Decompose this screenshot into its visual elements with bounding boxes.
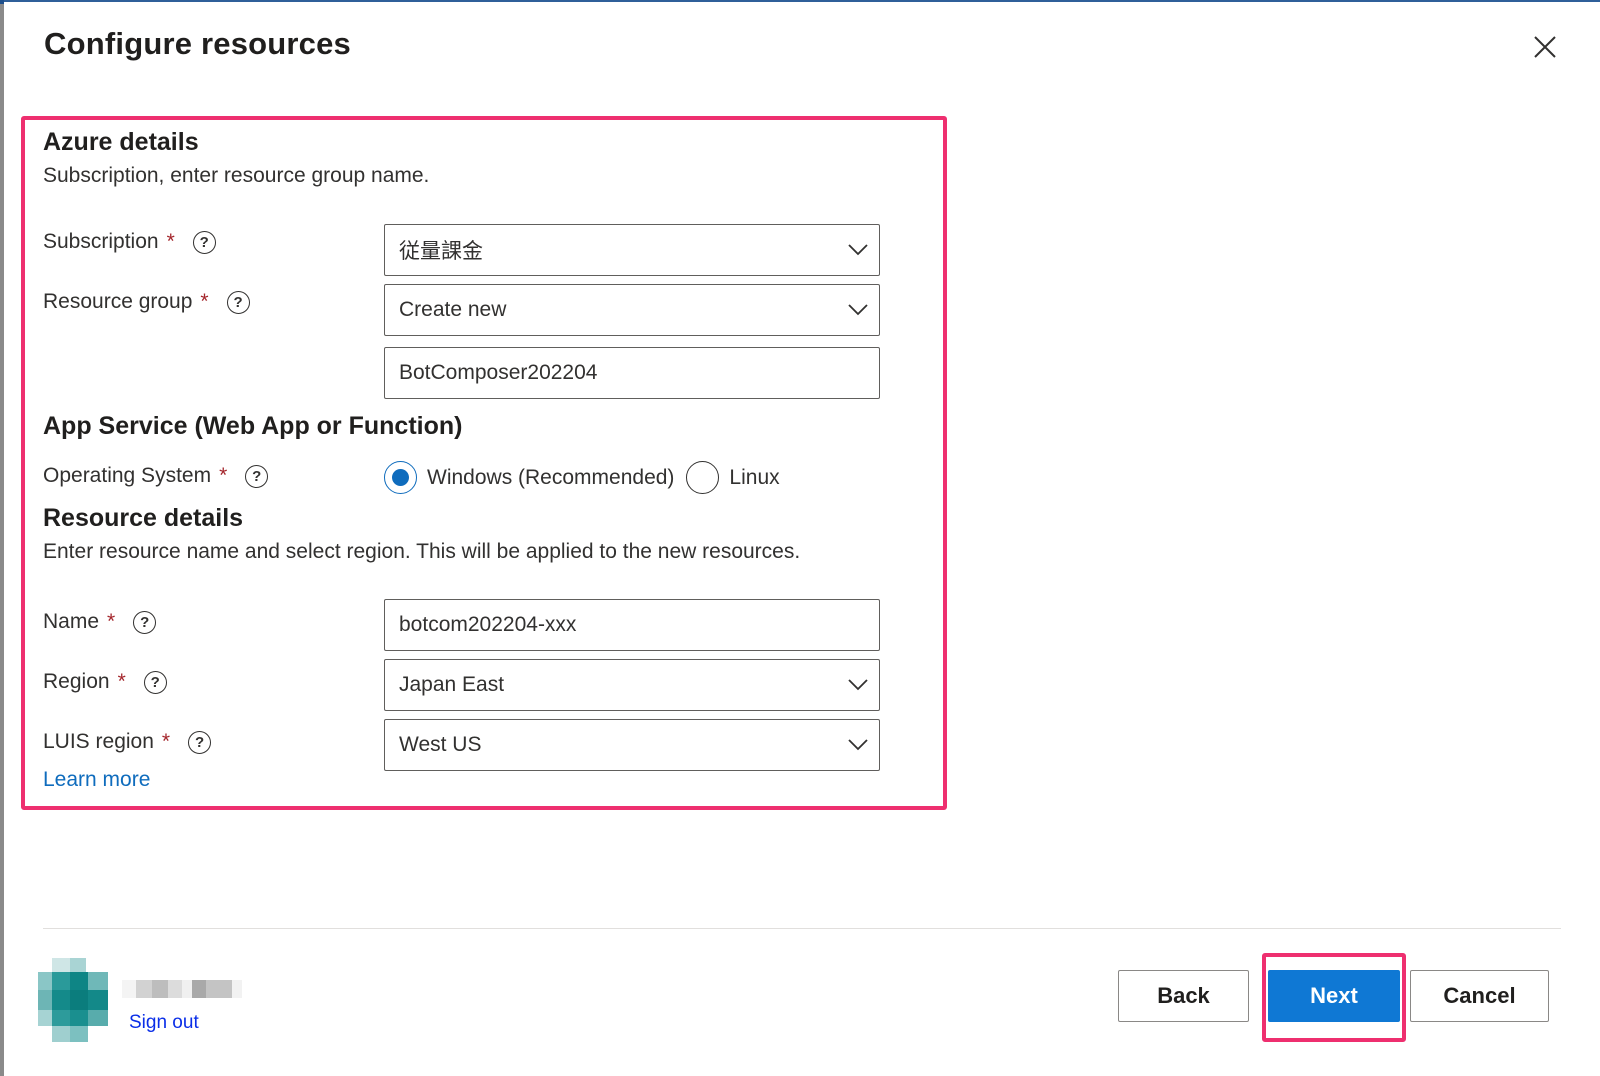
- luis-region-field-label: LUIS region * ?: [43, 730, 212, 754]
- operating-system-label: Operating System: [43, 464, 212, 487]
- name-field-label: Name * ?: [43, 610, 157, 634]
- app-service-heading: App Service (Web App or Function): [43, 412, 463, 440]
- radio-checked-icon: [384, 461, 417, 494]
- radio-linux[interactable]: Linux: [686, 461, 780, 494]
- name-label: Name: [43, 610, 100, 633]
- radio-windows[interactable]: Windows (Recommended): [384, 461, 674, 494]
- help-icon[interactable]: ?: [226, 290, 250, 314]
- subscription-field-label: Subscription * ?: [43, 230, 216, 254]
- subscription-label: Subscription: [43, 230, 159, 253]
- required-indicator: *: [107, 610, 116, 633]
- resource-name-value: botcom202204-xxx: [399, 613, 577, 636]
- azure-details-heading: Azure details: [43, 128, 199, 156]
- required-indicator: *: [200, 290, 209, 313]
- luis-region-label: LUIS region: [43, 730, 154, 753]
- resource-details-description: Enter resource name and select region. T…: [43, 540, 801, 563]
- dialog-title: Configure resources: [44, 26, 351, 61]
- help-icon[interactable]: ?: [188, 730, 212, 754]
- radio-windows-label: Windows (Recommended): [427, 465, 675, 489]
- learn-more-link[interactable]: Learn more: [43, 768, 150, 792]
- resource-group-dropdown[interactable]: Create new: [384, 284, 880, 336]
- chevron-down-icon: [837, 720, 879, 770]
- footer-divider: [43, 928, 1561, 929]
- sign-out-link[interactable]: Sign out: [129, 1012, 199, 1034]
- radio-linux-label: Linux: [729, 465, 780, 489]
- operating-system-radio-group: Windows (Recommended) Linux: [384, 461, 792, 494]
- back-button[interactable]: Back: [1118, 970, 1249, 1022]
- operating-system-field-label: Operating System * ?: [43, 464, 269, 488]
- help-icon[interactable]: ?: [133, 610, 157, 634]
- subscription-value: 従量課金: [399, 240, 483, 263]
- blurred-user-name: [122, 980, 242, 998]
- help-icon[interactable]: ?: [143, 670, 167, 694]
- chevron-down-icon: [837, 225, 879, 275]
- resource-group-label: Resource group: [43, 290, 193, 313]
- next-button[interactable]: Next: [1268, 970, 1400, 1022]
- required-indicator: *: [219, 464, 228, 487]
- cancel-button[interactable]: Cancel: [1410, 970, 1549, 1022]
- avatar: [38, 958, 108, 1042]
- luis-region-value: West US: [399, 733, 482, 756]
- region-value: Japan East: [399, 673, 505, 696]
- help-icon[interactable]: ?: [245, 464, 269, 488]
- subscription-dropdown[interactable]: 従量課金: [384, 224, 880, 276]
- region-field-label: Region * ?: [43, 670, 167, 694]
- azure-details-description: Subscription, enter resource group name.: [43, 164, 430, 187]
- chevron-down-icon: [837, 660, 879, 710]
- resource-name-input[interactable]: botcom202204-xxx: [384, 599, 880, 651]
- required-indicator: *: [166, 230, 175, 253]
- close-icon: [1534, 36, 1556, 58]
- configure-resources-dialog: Configure resources Azure details Subscr…: [4, 0, 1600, 1076]
- resource-group-name-input[interactable]: BotComposer202204: [384, 347, 880, 399]
- resource-group-name-value: BotComposer202204: [399, 361, 598, 384]
- region-label: Region: [43, 670, 110, 693]
- resource-group-field-label: Resource group * ?: [43, 290, 250, 314]
- required-indicator: *: [161, 730, 171, 753]
- close-button[interactable]: [1528, 30, 1562, 64]
- luis-region-dropdown[interactable]: West US: [384, 719, 880, 771]
- required-indicator: *: [117, 670, 126, 693]
- help-icon[interactable]: ?: [192, 230, 216, 254]
- chevron-down-icon: [837, 285, 879, 335]
- region-dropdown[interactable]: Japan East: [384, 659, 880, 711]
- resource-group-value: Create new: [399, 298, 507, 321]
- resource-details-heading: Resource details: [43, 504, 244, 532]
- radio-unchecked-icon: [686, 461, 720, 494]
